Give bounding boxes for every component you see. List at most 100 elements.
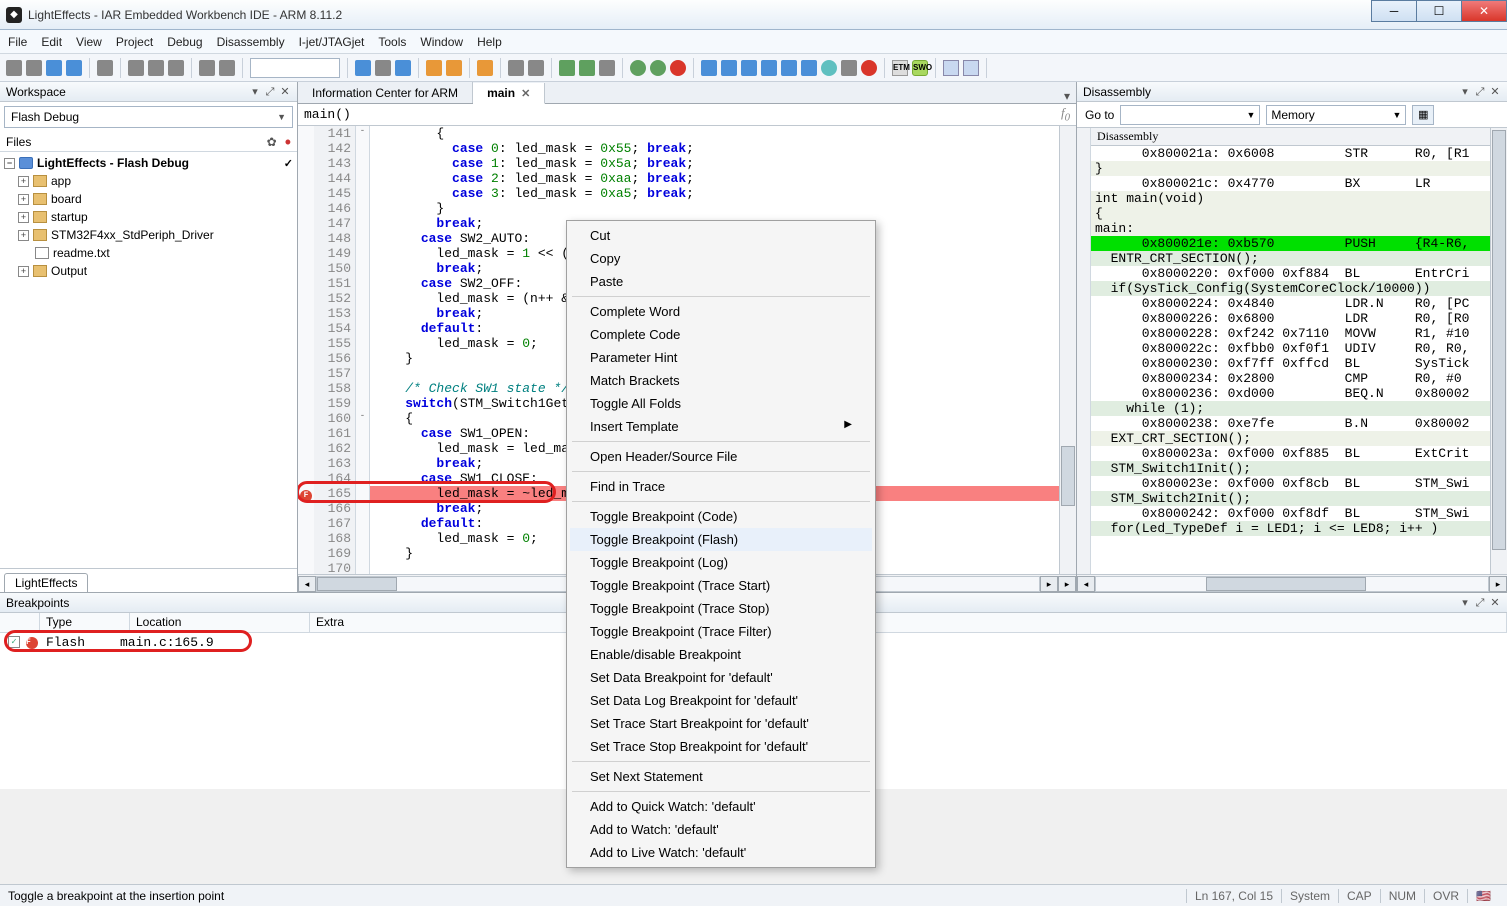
dropdown-icon[interactable]: ▾	[1459, 597, 1471, 609]
context-menu-item[interactable]: Match Brackets	[570, 369, 872, 392]
col-extra[interactable]: Extra	[310, 613, 1507, 632]
pin-icon[interactable]: ⤢	[1474, 86, 1486, 98]
context-menu-item[interactable]: Paste	[570, 270, 872, 293]
next-statement-icon[interactable]	[801, 60, 817, 76]
context-menu-item[interactable]: Set Data Log Breakpoint for 'default'	[570, 689, 872, 712]
menu-debug[interactable]: Debug	[167, 35, 202, 49]
tab-main[interactable]: main✕	[473, 83, 545, 104]
context-menu-item[interactable]: Add to Live Watch: 'default'	[570, 841, 872, 864]
col-location[interactable]: Location	[130, 613, 310, 632]
context-menu-item[interactable]: Toggle Breakpoint (Log)	[570, 551, 872, 574]
close-panel-icon[interactable]: ✕	[1489, 86, 1501, 98]
tab-info-center[interactable]: Information Center for ARM	[298, 82, 473, 103]
step-into-icon[interactable]	[741, 60, 757, 76]
pause-icon[interactable]	[841, 60, 857, 76]
context-menu-item[interactable]: Toggle All Folds	[570, 392, 872, 415]
copy-icon[interactable]	[148, 60, 164, 76]
context-menu-item[interactable]: Toggle Breakpoint (Trace Start)	[570, 574, 872, 597]
project-root[interactable]: LightEffects - Flash Debug	[37, 156, 189, 170]
menu-disassembly[interactable]: Disassembly	[217, 35, 285, 49]
debug-icon[interactable]	[579, 60, 595, 76]
context-menu-item[interactable]: Parameter Hint	[570, 346, 872, 369]
tree-item[interactable]: +Output	[4, 262, 293, 280]
pin-icon[interactable]: ⤢	[1474, 597, 1486, 609]
run-to-cursor-icon[interactable]	[781, 60, 797, 76]
tree-item[interactable]: readme.txt	[4, 244, 293, 262]
context-menu-item[interactable]: Toggle Breakpoint (Trace Filter)	[570, 620, 872, 643]
context-menu-item[interactable]: Enable/disable Breakpoint	[570, 643, 872, 666]
context-menu-item[interactable]: Set Trace Start Breakpoint for 'default'	[570, 712, 872, 735]
tree-item[interactable]: +STM32F4xx_StdPeriph_Driver	[4, 226, 293, 244]
restart-icon[interactable]	[650, 60, 666, 76]
context-menu-item[interactable]: Toggle Breakpoint (Code)	[570, 505, 872, 528]
find-icon[interactable]	[375, 60, 391, 76]
menu-window[interactable]: Window	[420, 35, 463, 49]
breakpoint-checkbox[interactable]: ✓	[8, 636, 20, 648]
new-icon[interactable]	[6, 60, 22, 76]
file-tree[interactable]: − LightEffects - Flash Debug ✓ +app+boar…	[0, 152, 297, 568]
disasm-vscrollbar[interactable]	[1490, 128, 1507, 574]
gear-icon[interactable]: ✿	[267, 135, 277, 149]
close-panel-icon[interactable]: ✕	[279, 86, 291, 98]
expand-icon[interactable]: +	[18, 266, 29, 277]
menu-file[interactable]: File	[8, 35, 27, 49]
menu-edit[interactable]: Edit	[41, 35, 62, 49]
maximize-button[interactable]: ☐	[1416, 0, 1462, 22]
context-menu-item[interactable]: Complete Word	[570, 300, 872, 323]
save-all-icon[interactable]	[66, 60, 82, 76]
menu-tools[interactable]: Tools	[378, 35, 406, 49]
workspace-tab[interactable]: LightEffects	[4, 573, 88, 592]
etm-icon[interactable]: ETM	[892, 60, 908, 76]
trace-icon1[interactable]	[943, 60, 959, 76]
search-combo[interactable]	[250, 58, 340, 78]
context-menu-item[interactable]: Set Next Statement	[570, 765, 872, 788]
compile-icon[interactable]	[508, 60, 524, 76]
cut-icon[interactable]	[128, 60, 144, 76]
pin-icon[interactable]: ⤢	[264, 86, 276, 98]
context-menu-item[interactable]: Cut	[570, 224, 872, 247]
red-dot-icon[interactable]: •	[285, 137, 291, 147]
nav-fwd-icon[interactable]	[395, 60, 411, 76]
expand-icon[interactable]: +	[18, 212, 29, 223]
make-icon[interactable]	[528, 60, 544, 76]
step-over-icon[interactable]	[721, 60, 737, 76]
menu-view[interactable]: View	[76, 35, 102, 49]
disasm-hscrollbar[interactable]: ◂▸	[1077, 574, 1507, 592]
function-name[interactable]: main()	[304, 107, 351, 122]
expand-icon[interactable]: +	[18, 230, 29, 241]
paste-icon[interactable]	[168, 60, 184, 76]
tabs-dropdown-icon[interactable]: ▾	[1058, 89, 1076, 103]
disasm-listing[interactable]: 0x800021a: 0x6008 STR R0, [R1} 0x800021c…	[1091, 146, 1490, 536]
reset-icon[interactable]	[701, 60, 717, 76]
minimize-button[interactable]: ─	[1371, 0, 1417, 22]
expand-icon[interactable]: +	[18, 194, 29, 205]
config-dropdown[interactable]: Flash Debug ▼	[4, 106, 293, 128]
trace-icon2[interactable]	[963, 60, 979, 76]
status-flag-icon[interactable]: 🇺🇸	[1467, 889, 1499, 903]
tree-item[interactable]: +app	[4, 172, 293, 190]
context-menu-item[interactable]: Set Data Breakpoint for 'default'	[570, 666, 872, 689]
menu-help[interactable]: Help	[477, 35, 502, 49]
menu-ijet[interactable]: I-jet/JTAGjet	[299, 35, 365, 49]
collapse-icon[interactable]: −	[4, 158, 15, 169]
go-green-icon[interactable]	[821, 60, 837, 76]
bookmark-next-icon[interactable]	[446, 60, 462, 76]
context-menu-item[interactable]: Add to Quick Watch: 'default'	[570, 795, 872, 818]
menu-project[interactable]: Project	[116, 35, 153, 49]
download-icon[interactable]	[559, 60, 575, 76]
debug-nodown-icon[interactable]	[599, 60, 615, 76]
context-menu-item[interactable]: Set Trace Stop Breakpoint for 'default'	[570, 735, 872, 758]
context-menu-item[interactable]: Toggle Breakpoint (Flash)	[570, 528, 872, 551]
redo-icon[interactable]	[219, 60, 235, 76]
bookmark-icon[interactable]	[426, 60, 442, 76]
stop-icon[interactable]	[670, 60, 686, 76]
dropdown-icon[interactable]: ▾	[1459, 86, 1471, 98]
view-combo[interactable]: Memory▼	[1266, 105, 1406, 125]
context-menu-item[interactable]: Find in Trace	[570, 475, 872, 498]
goto-combo[interactable]: ▼	[1120, 105, 1260, 125]
context-menu-item[interactable]: Open Header/Source File	[570, 445, 872, 468]
save-icon[interactable]	[46, 60, 62, 76]
dropdown-icon[interactable]: ▾	[249, 86, 261, 98]
stop-debug-icon[interactable]	[861, 60, 877, 76]
context-menu-item[interactable]: Add to Watch: 'default'	[570, 818, 872, 841]
